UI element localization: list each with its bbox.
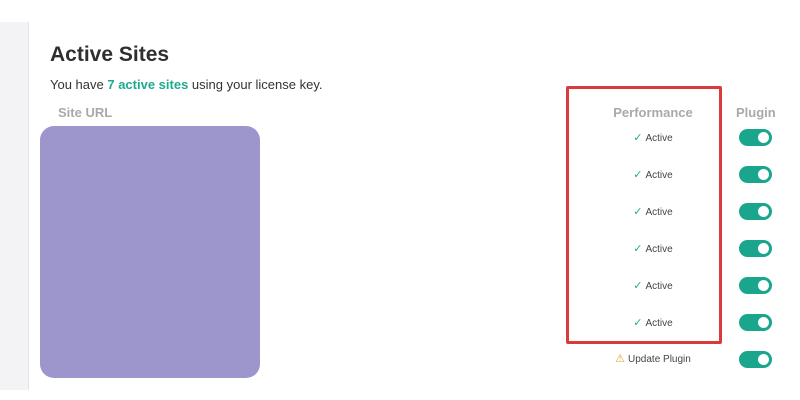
performance-status: ✓ Active xyxy=(566,242,740,257)
performance-status: ✓ Active xyxy=(566,168,740,183)
check-icon: ✓ xyxy=(633,206,643,218)
subtitle-prefix: You have xyxy=(50,77,108,92)
performance-status-label: Active xyxy=(645,281,673,292)
performance-status-warning: ⚠ Update Plugin xyxy=(566,352,740,367)
plugin-toggle[interactable] xyxy=(739,203,772,220)
plugin-toggle[interactable] xyxy=(739,314,772,331)
toggle-knob xyxy=(758,169,769,180)
plugin-toggle[interactable] xyxy=(739,129,772,146)
page-title: Active Sites xyxy=(50,43,170,66)
performance-status: ✓ Active xyxy=(566,205,740,220)
subtitle-suffix: using your license key. xyxy=(188,77,323,92)
redacted-site-urls xyxy=(40,126,260,378)
performance-status-label: Active xyxy=(645,244,673,255)
update-plugin-label: Update Plugin xyxy=(628,354,691,365)
toggle-knob xyxy=(758,132,769,143)
plugin-toggle[interactable] xyxy=(739,351,772,368)
performance-status: ✓ Active xyxy=(566,279,740,294)
performance-status: ✓ Active xyxy=(566,131,740,146)
plugin-toggle[interactable] xyxy=(739,166,772,183)
toggle-knob xyxy=(758,243,769,254)
check-icon: ✓ xyxy=(633,317,643,329)
check-icon: ✓ xyxy=(633,280,643,292)
plugin-toggle[interactable] xyxy=(739,277,772,294)
check-icon: ✓ xyxy=(633,169,643,181)
active-sites-count: 7 active sites xyxy=(107,77,189,92)
plugin-toggle[interactable] xyxy=(739,240,772,257)
performance-status: ✓ Active xyxy=(566,316,740,331)
check-icon: ✓ xyxy=(633,132,643,144)
performance-status-label: Active xyxy=(645,207,673,218)
performance-status-label: Active xyxy=(645,318,673,329)
warning-icon: ⚠ xyxy=(615,353,626,365)
toggle-knob xyxy=(758,317,769,328)
performance-status-label: Active xyxy=(645,170,673,181)
check-icon: ✓ xyxy=(633,243,643,255)
toggle-knob xyxy=(758,206,769,217)
column-header-site-url: Site URL xyxy=(58,105,113,120)
left-sidebar-edge xyxy=(0,22,29,390)
toggle-knob xyxy=(758,354,769,365)
column-header-plugin: Plugin xyxy=(736,105,776,120)
performance-status-label: Active xyxy=(645,133,673,144)
page-subtitle: You have 7 active sites using your licen… xyxy=(50,77,322,93)
toggle-knob xyxy=(758,280,769,291)
